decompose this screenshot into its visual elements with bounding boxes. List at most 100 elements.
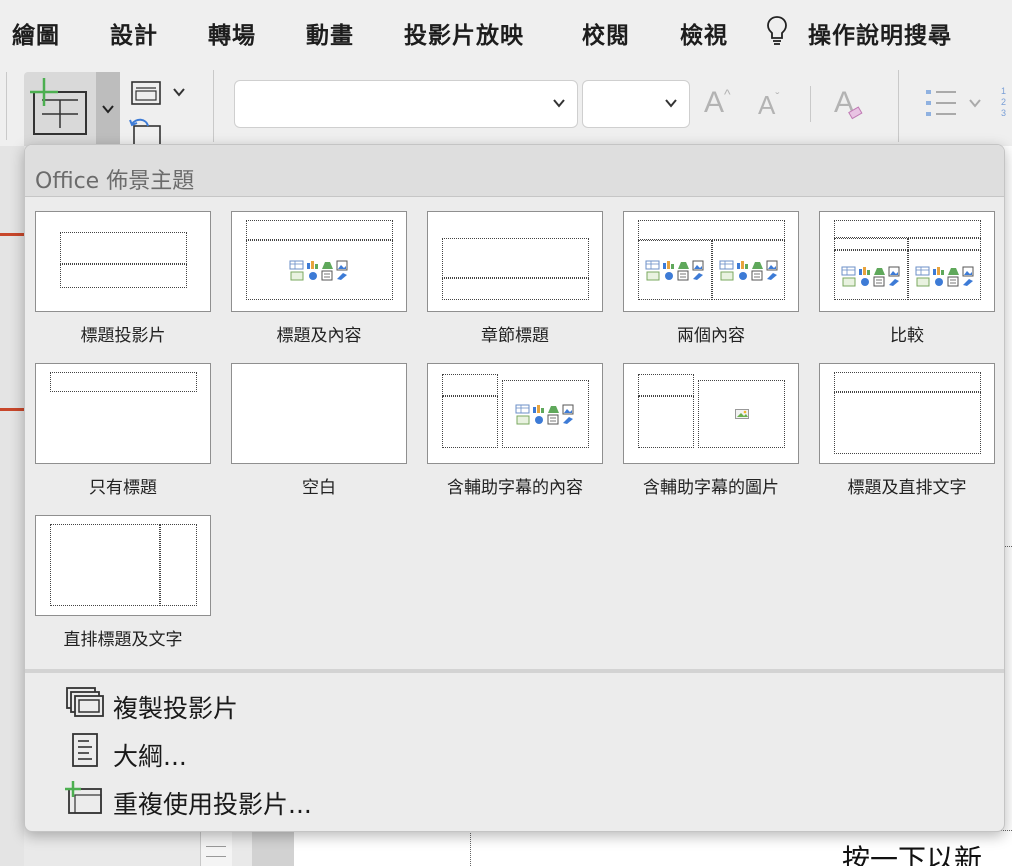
layout-option[interactable]: 含輔助字幕的圖片 xyxy=(623,363,799,498)
section-title-placeholder xyxy=(442,238,589,278)
menu-divider xyxy=(25,669,1004,673)
new-slide-button[interactable] xyxy=(24,72,96,146)
layout-label: 空白 xyxy=(302,478,336,498)
layout-button[interactable] xyxy=(130,80,188,106)
content-insert-icons xyxy=(915,266,974,287)
outline-command[interactable]: 大綱... xyxy=(65,731,465,771)
caption-placeholder xyxy=(638,396,694,448)
layout-label: 標題投影片 xyxy=(80,326,166,346)
tell-me-search[interactable]: 操作說明搜尋 xyxy=(808,16,952,50)
new-slide-icon xyxy=(30,78,87,135)
decrease-font-size-button[interactable]: Aˇ xyxy=(758,90,779,121)
chevron-down-icon xyxy=(102,105,114,114)
layout-thumbnail xyxy=(623,211,799,312)
tab-transitions[interactable]: 轉場 xyxy=(208,16,256,50)
toolbar-separator xyxy=(898,70,899,142)
lightbulb-icon[interactable] xyxy=(765,14,789,48)
content-placeholder-left xyxy=(834,250,908,300)
eraser-icon xyxy=(848,106,863,120)
ribbon-toolbar: A^ Aˇ A 1 2 3 xyxy=(0,66,1012,147)
layout-label: 兩個內容 xyxy=(677,326,745,346)
layout-label: 含輔助字幕的圖片 xyxy=(643,478,779,498)
layout-option[interactable]: 比較 xyxy=(819,211,995,346)
shrink-font-glyph: A xyxy=(758,90,776,120)
font-size-select[interactable] xyxy=(582,80,690,128)
reuse-slides-label: 重複使用投影片... xyxy=(113,790,312,819)
numbering-digit: 3 xyxy=(1001,108,1007,118)
tab-animations[interactable]: 動畫 xyxy=(306,16,354,50)
layout-icon xyxy=(131,81,185,105)
vertical-ruler xyxy=(200,830,232,866)
layout-label: 直排標題及文字 xyxy=(63,630,183,650)
reset-icon xyxy=(129,118,161,147)
caret-up-icon: ^ xyxy=(724,86,731,102)
bullets-button[interactable] xyxy=(924,88,986,118)
layout-label: 含輔助字幕的內容 xyxy=(447,478,583,498)
chevron-down-icon xyxy=(553,99,565,108)
chevron-down-icon xyxy=(665,99,677,108)
numbering-button[interactable]: 1 2 3 xyxy=(1001,86,1012,119)
layout-option[interactable]: 含輔助字幕的內容 xyxy=(427,363,603,498)
tab-slide-show[interactable]: 投影片放映 xyxy=(404,16,524,50)
layout-label: 比較 xyxy=(890,326,924,346)
vertical-text-placeholder xyxy=(834,392,981,454)
increase-font-size-button[interactable]: A^ xyxy=(704,86,731,120)
layout-option[interactable]: 標題及直排文字 xyxy=(819,363,995,498)
ruler-tick xyxy=(206,846,226,847)
layout-option[interactable]: 章節標題 xyxy=(427,211,603,346)
title-placeholder xyxy=(638,220,785,240)
tab-design[interactable]: 設計 xyxy=(110,16,158,50)
layout-gallery-title: Office 佈景主題 xyxy=(35,169,195,194)
subtitle-placeholder xyxy=(60,264,187,288)
clear-formatting-button[interactable]: A xyxy=(834,86,863,120)
new-slide-dropdown-button[interactable] xyxy=(96,72,120,146)
title-placeholder xyxy=(638,374,694,396)
grow-font-glyph: A xyxy=(704,86,725,119)
toolbar-separator xyxy=(810,86,811,122)
reuse-slides-command[interactable]: 重複使用投影片... xyxy=(65,779,465,819)
content-insert-icons xyxy=(841,266,900,287)
tab-draw[interactable]: 繪圖 xyxy=(12,16,60,50)
layout-option[interactable]: 標題及內容 xyxy=(231,211,407,346)
content-insert-icons xyxy=(645,260,704,281)
slide-thumbnail-pane xyxy=(0,146,24,866)
picture-placeholder xyxy=(698,380,785,448)
reset-slide-button[interactable] xyxy=(128,118,164,147)
layout-thumbnail xyxy=(819,211,995,312)
slide-placeholder-edge xyxy=(1004,546,1012,547)
vertical-title-placeholder xyxy=(160,524,197,606)
content-insert-icons xyxy=(289,260,348,281)
content-insert-icons xyxy=(719,260,778,281)
layout-gallery-header: Office 佈景主題 xyxy=(25,145,1004,197)
pane-splitter[interactable] xyxy=(252,830,294,866)
layout-label: 標題及內容 xyxy=(276,326,362,346)
layout-thumbnail xyxy=(427,211,603,312)
thumbnail-accent-line xyxy=(0,408,24,411)
content-placeholder xyxy=(502,380,589,448)
content-placeholder-left xyxy=(638,240,712,300)
font-name-select[interactable] xyxy=(234,80,578,128)
layout-label: 章節標題 xyxy=(481,326,549,346)
layout-thumbnail xyxy=(35,515,211,616)
layout-thumbnail xyxy=(35,363,211,464)
content-placeholder-right xyxy=(908,250,981,300)
content-placeholder xyxy=(246,240,393,300)
layout-option[interactable]: 標題投影片 xyxy=(35,211,211,346)
content-placeholder-right xyxy=(712,240,785,300)
layout-option[interactable]: 只有標題 xyxy=(35,363,211,498)
layout-option[interactable]: 空白 xyxy=(231,363,407,498)
vertical-text-placeholder xyxy=(50,524,160,606)
tab-view[interactable]: 檢視 xyxy=(680,16,728,50)
layout-option[interactable]: 兩個內容 xyxy=(623,211,799,346)
tab-review[interactable]: 校閱 xyxy=(582,16,630,50)
layout-option[interactable]: 直排標題及文字 xyxy=(35,515,211,650)
heading-placeholder-left xyxy=(834,238,908,250)
toolbar-separator xyxy=(213,70,214,142)
reuse-slide-icon xyxy=(65,781,102,814)
title-placeholder xyxy=(442,374,498,396)
new-slide-layout-menu: Office 佈景主題 標題投影片 標題及內容 章節標題 兩個內容 比較 只有標… xyxy=(24,144,1005,832)
duplicate-slide-command[interactable]: 複製投影片 xyxy=(65,683,465,723)
layout-thumbnail xyxy=(623,363,799,464)
layout-thumbnail xyxy=(427,363,603,464)
title-placeholder xyxy=(246,220,393,240)
